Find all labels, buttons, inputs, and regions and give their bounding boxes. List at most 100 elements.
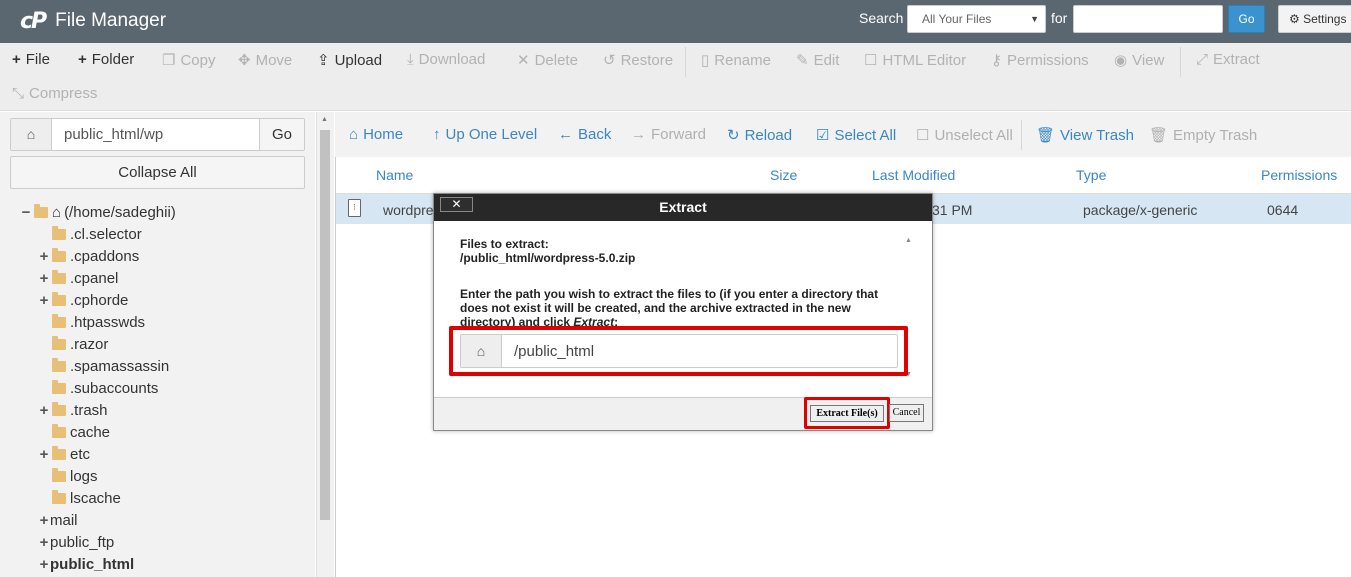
column-header-name[interactable]: Name xyxy=(376,167,413,183)
home-button[interactable]: ⌂ Home xyxy=(349,126,403,143)
tree-item[interactable]: .subaccounts xyxy=(52,377,158,399)
path-go-button[interactable]: Go xyxy=(259,119,304,150)
column-header-type[interactable]: Type xyxy=(1076,167,1106,183)
tree-item[interactable]: + .trash xyxy=(38,399,108,421)
settings-button[interactable]: ⚙ Settings xyxy=(1278,5,1351,33)
new-file-label: File xyxy=(25,51,50,68)
tree-item[interactable]: + public_ftp xyxy=(38,531,115,553)
destination-path-field[interactable]: ⌂ /public_html xyxy=(460,334,898,368)
restore-button[interactable]: ↺ Restore xyxy=(603,51,673,70)
brand[interactable]: cP File Manager xyxy=(20,8,166,34)
delete-button[interactable]: ✕ Delete xyxy=(517,51,578,70)
tree-item[interactable]: + .cphorde xyxy=(38,289,128,311)
forward-button[interactable]: → Forward xyxy=(631,126,706,143)
extract-files-button[interactable]: Extract File(s) xyxy=(810,405,884,422)
permissions-button[interactable]: ⚷ Permissions xyxy=(991,51,1089,70)
extract-button[interactable]: ⤢ Extract xyxy=(1196,51,1260,68)
tree-item[interactable]: + mail xyxy=(38,509,78,531)
download-button[interactable]: ⤓ Download xyxy=(407,51,485,68)
collapse-all-button[interactable]: Collapse All xyxy=(10,156,305,189)
tree-item-label: (/home/sadeghii) xyxy=(64,203,176,221)
tree-item[interactable]: .htpasswds xyxy=(52,311,145,333)
home-label: Home xyxy=(363,126,404,143)
expand-plus-icon[interactable]: + xyxy=(38,270,50,287)
tree-item[interactable]: logs xyxy=(52,465,98,487)
tree-item[interactable]: cache xyxy=(52,421,110,443)
empty-trash-button[interactable]: 🗑 Empty Trash xyxy=(1149,126,1257,145)
tree-item-label: public_html xyxy=(50,555,135,573)
home-icon[interactable]: ⌂ xyxy=(11,119,52,150)
tree-item[interactable]: + etc xyxy=(38,443,90,465)
for-label: for xyxy=(1051,10,1068,26)
copy-button[interactable]: ❐ Copy xyxy=(162,51,215,70)
column-header-permissions[interactable]: Permissions xyxy=(1261,167,1337,183)
move-button[interactable]: ✥ Move xyxy=(238,51,292,70)
tree-item[interactable]: .spamassassin xyxy=(52,355,169,377)
arrow-right-icon: → xyxy=(631,126,646,143)
tree-item[interactable]: + .cpanel xyxy=(38,267,118,289)
expand-plus-icon[interactable]: + xyxy=(38,534,50,551)
tree-item[interactable]: + .cpaddons xyxy=(38,245,139,267)
tree-item[interactable]: .razor xyxy=(52,333,108,355)
new-folder-button[interactable]: + Folder xyxy=(78,51,134,68)
tree-item-label: .cl.selector xyxy=(70,225,142,243)
gear-icon: ⚙ xyxy=(1289,12,1300,26)
back-button[interactable]: ← Back xyxy=(558,126,611,143)
destination-path-value[interactable]: /public_html xyxy=(514,343,594,360)
search-go-button[interactable]: Go xyxy=(1228,5,1265,33)
rename-button[interactable]: ▯ Rename xyxy=(701,51,771,70)
arrow-left-icon: ← xyxy=(558,126,573,143)
scroll-up-icon[interactable]: ▲ xyxy=(321,116,328,123)
cancel-button[interactable]: Cancel xyxy=(889,404,924,422)
search-scope-select[interactable]: All Your Files ▼ xyxy=(907,5,1046,33)
up-one-level-button[interactable]: ↑ Up One Level xyxy=(433,126,537,143)
key-icon: ⚷ xyxy=(991,52,1002,69)
upload-button[interactable]: ⇪ Upload xyxy=(317,51,382,70)
view-button[interactable]: ◉ View xyxy=(1114,51,1164,70)
expand-plus-icon[interactable]: + xyxy=(38,556,50,573)
collapse-icon[interactable]: − xyxy=(20,204,32,221)
extract-button-highlight: Extract File(s) xyxy=(804,397,890,429)
trash-icon: 🗑 xyxy=(1149,127,1169,144)
expand-plus-icon[interactable]: + xyxy=(38,248,50,265)
expand-plus-icon[interactable]: + xyxy=(38,292,50,309)
reload-button[interactable]: ↻ Reload xyxy=(727,126,792,145)
compress-button[interactable]: ⤡ Compress xyxy=(12,85,97,102)
extract-instructions: Enter the path you wish to extract the f… xyxy=(460,287,900,329)
rename-label: Rename xyxy=(714,51,771,69)
toolbar-divider xyxy=(1180,47,1181,77)
close-icon[interactable]: ✕ xyxy=(440,197,473,212)
html-editor-button[interactable]: ☐ HTML Editor xyxy=(864,51,966,70)
path-input[interactable]: public_html/wp xyxy=(64,126,163,143)
new-file-button[interactable]: + File xyxy=(12,51,50,68)
expand-plus-icon[interactable]: + xyxy=(38,446,50,463)
plus-icon: + xyxy=(78,51,87,68)
column-header-size[interactable]: Size xyxy=(770,167,797,183)
search-input[interactable] xyxy=(1073,5,1223,33)
scrollbar-thumb[interactable] xyxy=(320,130,330,520)
view-trash-label: View Trash xyxy=(1060,126,1134,144)
expand-plus-icon[interactable]: + xyxy=(38,402,50,419)
expand-icon: ⤢ xyxy=(1196,51,1209,68)
select-all-button[interactable]: ☑ Select All xyxy=(816,126,896,145)
tree-item-label: logs xyxy=(70,467,98,485)
column-header-modified[interactable]: Last Modified xyxy=(872,167,955,183)
archive-path: /public_html/wordpress-5.0.zip xyxy=(460,251,636,265)
pencil-icon: ✎ xyxy=(796,52,809,69)
close-icon: ✕ xyxy=(517,52,530,69)
eye-icon: ◉ xyxy=(1114,52,1128,69)
checkbox-empty-icon: ☐ xyxy=(916,127,930,144)
scroll-up-icon[interactable]: ▲ xyxy=(905,237,912,244)
dialog-content: Files to extract: /public_html/wordpress… xyxy=(460,237,900,329)
expand-plus-icon[interactable]: + xyxy=(38,512,50,529)
tree-item-home[interactable]: − ⌂ (/home/sadeghii) xyxy=(20,201,176,223)
folder-icon xyxy=(52,313,66,328)
unselect-all-button[interactable]: ☐ Unselect All xyxy=(916,126,1013,145)
view-trash-button[interactable]: 🗑 View Trash xyxy=(1036,126,1134,145)
tree-item[interactable]: lscache xyxy=(52,487,121,509)
tree-item[interactable]: .cl.selector xyxy=(52,223,142,245)
directory-scrollbar[interactable]: ▲ xyxy=(316,112,334,577)
tree-item-label: .spamassassin xyxy=(70,357,170,375)
edit-button[interactable]: ✎ Edit xyxy=(796,51,839,70)
tree-item-selected[interactable]: + public_html xyxy=(38,553,135,575)
